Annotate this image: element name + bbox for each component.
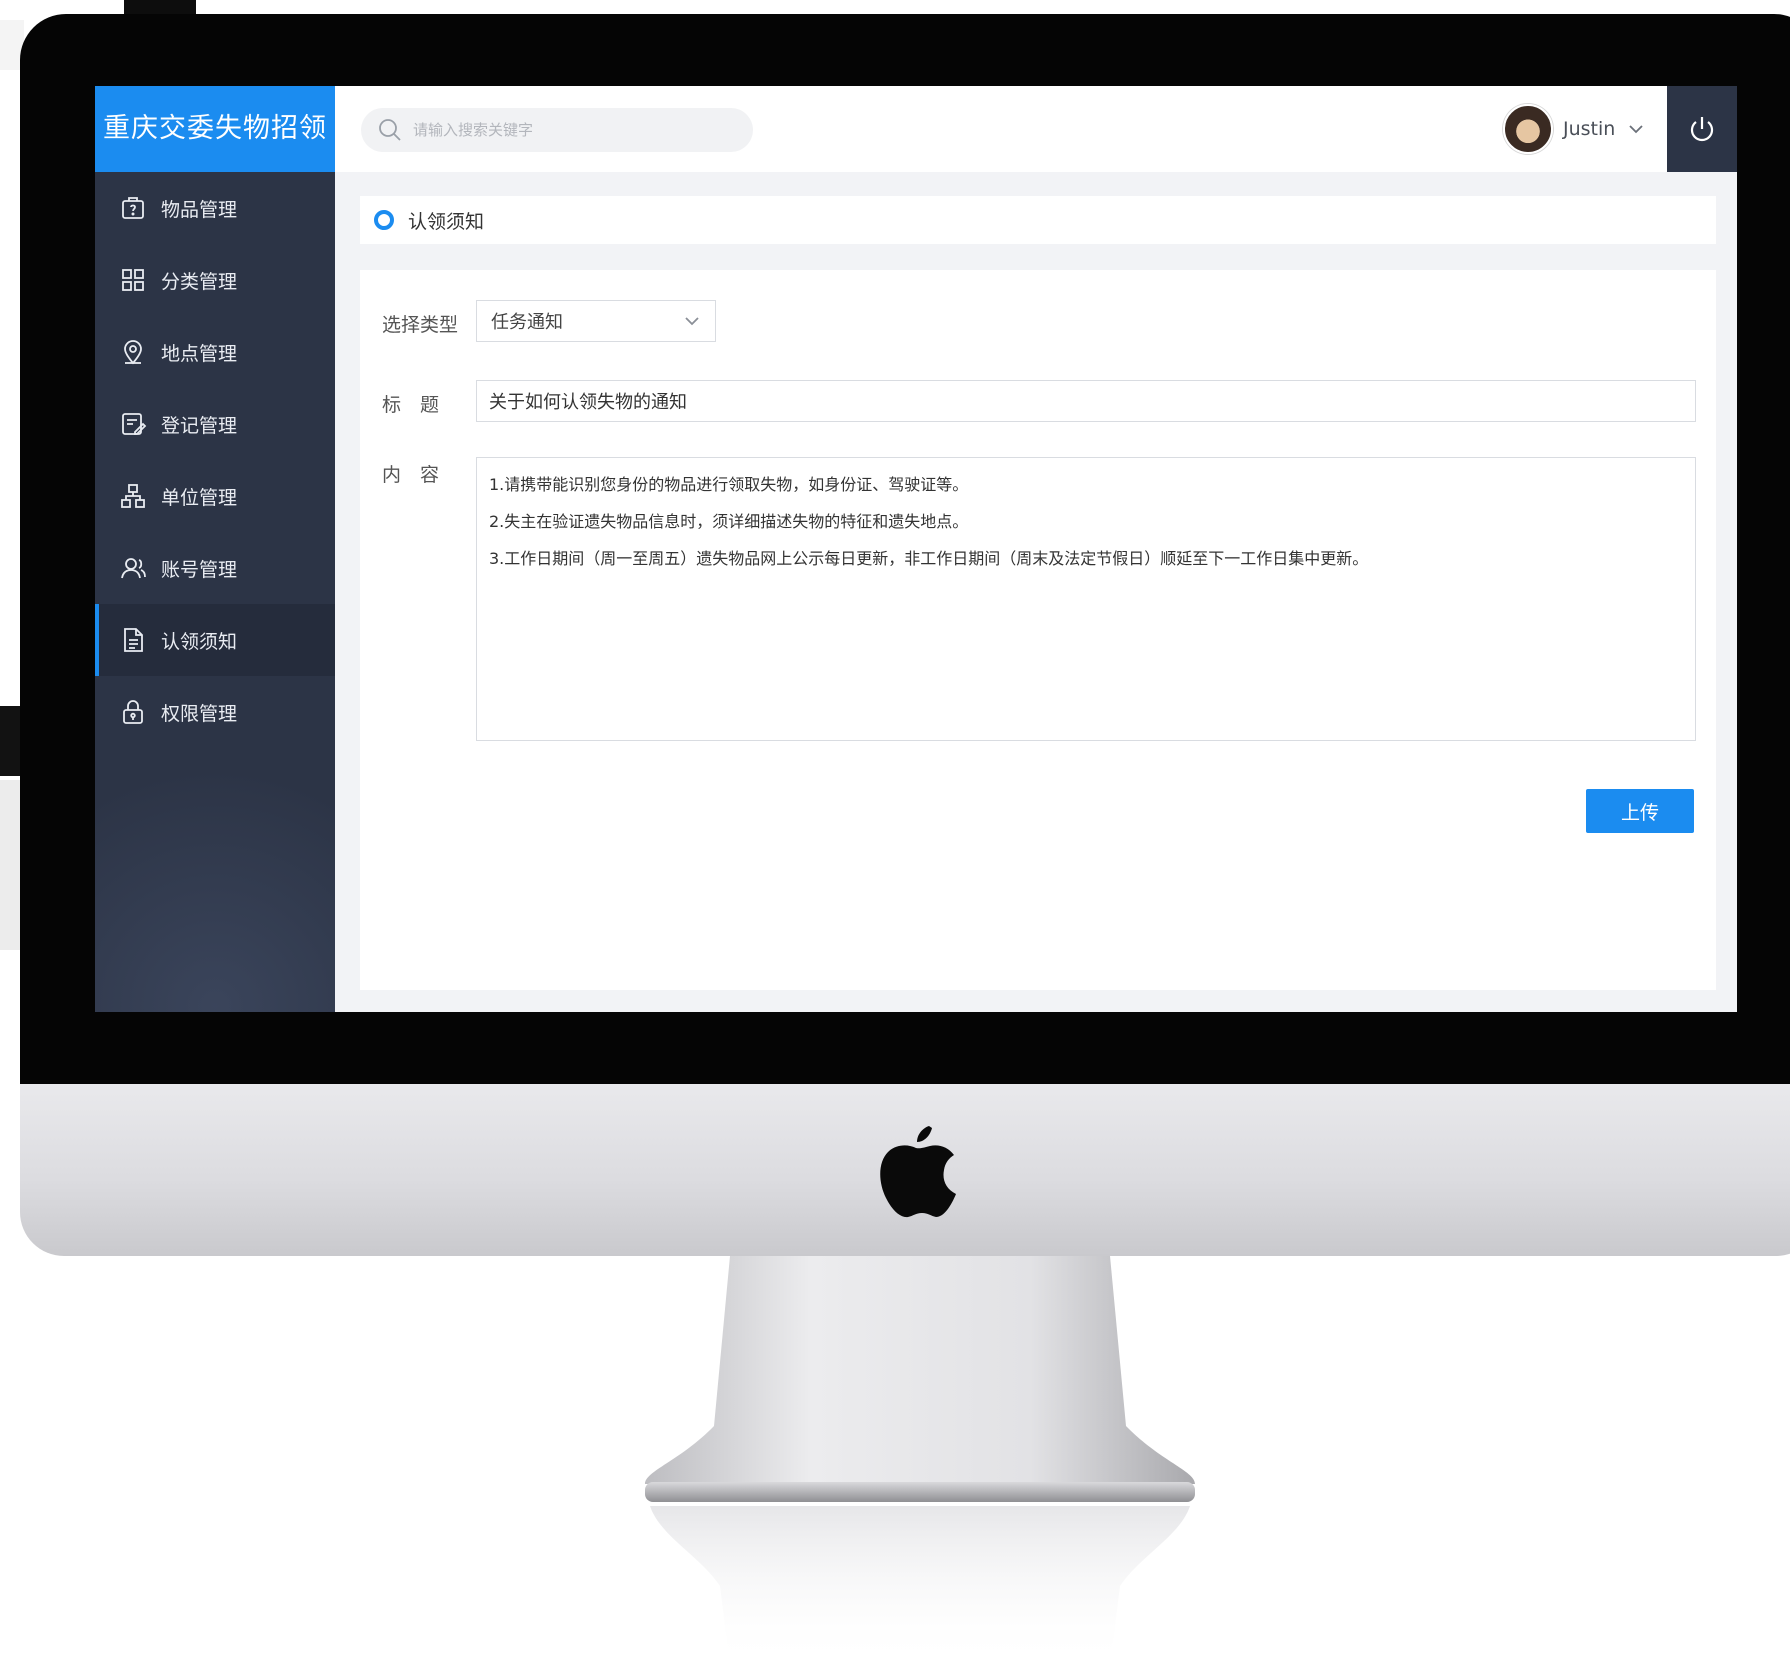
app-screen: 重庆交委失物招领 物品管理 分类管理 地点管理 登记管理 单位管理 账号管理 认… <box>95 86 1737 1012</box>
apple-logo-icon <box>880 1126 956 1218</box>
sidebar-decoration <box>95 766 335 1012</box>
sidebar-item-category-management[interactable]: 分类管理 <box>95 244 335 316</box>
title-input[interactable] <box>476 380 1696 422</box>
item-box-icon <box>119 194 147 222</box>
sidebar-item-label: 物品管理 <box>161 198 238 221</box>
page-header: 认领须知 <box>360 196 1716 244</box>
content-label: 内 容 <box>382 464 440 486</box>
register-edit-icon <box>119 410 147 438</box>
sidebar-menu: 物品管理 分类管理 地点管理 登记管理 单位管理 账号管理 认领须知 权限管理 <box>95 172 335 748</box>
sidebar-item-unit-management[interactable]: 单位管理 <box>95 460 335 532</box>
sidebar-item-location-management[interactable]: 地点管理 <box>95 316 335 388</box>
search-box <box>361 108 753 152</box>
sidebar-item-label: 地点管理 <box>161 342 238 365</box>
upload-button[interactable]: 上传 <box>1586 789 1694 833</box>
chevron-down-icon[interactable] <box>1627 120 1645 138</box>
power-icon <box>1690 117 1714 142</box>
type-select-value: 任务通知 <box>491 312 563 333</box>
notice-form-card: 选择类型 任务通知 标 题 内 容 1.请携带能识别您身份的物品进行领取失物，如… <box>360 270 1716 990</box>
user-menu[interactable]: Justin <box>1503 104 1645 154</box>
brand-title: 重庆交委失物招领 <box>95 86 335 172</box>
logout-button[interactable] <box>1667 86 1737 172</box>
sidebar-item-claim-notice[interactable]: 认领须知 <box>95 604 335 676</box>
org-tree-icon <box>119 482 147 510</box>
sidebar-item-label: 认领须知 <box>161 630 238 653</box>
permission-lock-icon <box>119 698 147 726</box>
sidebar: 重庆交委失物招领 物品管理 分类管理 地点管理 登记管理 单位管理 账号管理 认… <box>95 86 335 1012</box>
stand-reflection <box>650 1506 1190 1666</box>
location-pin-icon <box>119 338 147 366</box>
chevron-down-icon <box>683 312 701 330</box>
sidebar-item-label: 权限管理 <box>161 702 238 725</box>
monitor-stand <box>645 1256 1195 1502</box>
account-user-icon <box>119 554 147 582</box>
title-label: 标 题 <box>382 394 440 416</box>
background-scrap <box>124 0 196 14</box>
user-name[interactable]: Justin <box>1563 118 1615 140</box>
sidebar-item-permission-management[interactable]: 权限管理 <box>95 676 335 748</box>
type-label: 选择类型 <box>382 314 459 336</box>
search-input[interactable] <box>411 109 735 151</box>
avatar[interactable] <box>1503 104 1553 154</box>
header-marker-icon <box>374 210 394 230</box>
category-grid-icon <box>119 266 147 294</box>
content-line: 2.失主在验证遗失物品信息时，须详细描述失物的特征和遗失地点。 <box>489 512 969 531</box>
sidebar-item-label: 账号管理 <box>161 558 238 581</box>
top-bar: Justin <box>335 86 1737 172</box>
notice-document-icon <box>119 626 147 654</box>
sidebar-item-label: 单位管理 <box>161 486 238 509</box>
page-title: 认领须知 <box>408 210 485 233</box>
sidebar-item-register-management[interactable]: 登记管理 <box>95 388 335 460</box>
type-select[interactable]: 任务通知 <box>476 300 716 342</box>
search-icon <box>377 117 403 143</box>
content-line: 3.工作日期间（周一至周五）遗失物品网上公示每日更新，非工作日期间（周末及法定节… <box>489 549 1369 568</box>
sidebar-item-label: 分类管理 <box>161 270 238 293</box>
sidebar-item-label: 登记管理 <box>161 414 238 437</box>
content-textarea[interactable]: 1.请携带能识别您身份的物品进行领取失物，如身份证、驾驶证等。 2.失主在验证遗… <box>476 457 1696 741</box>
sidebar-item-item-management[interactable]: 物品管理 <box>95 172 335 244</box>
sidebar-item-account-management[interactable]: 账号管理 <box>95 532 335 604</box>
content-line: 1.请携带能识别您身份的物品进行领取失物，如身份证、驾驶证等。 <box>489 475 969 494</box>
